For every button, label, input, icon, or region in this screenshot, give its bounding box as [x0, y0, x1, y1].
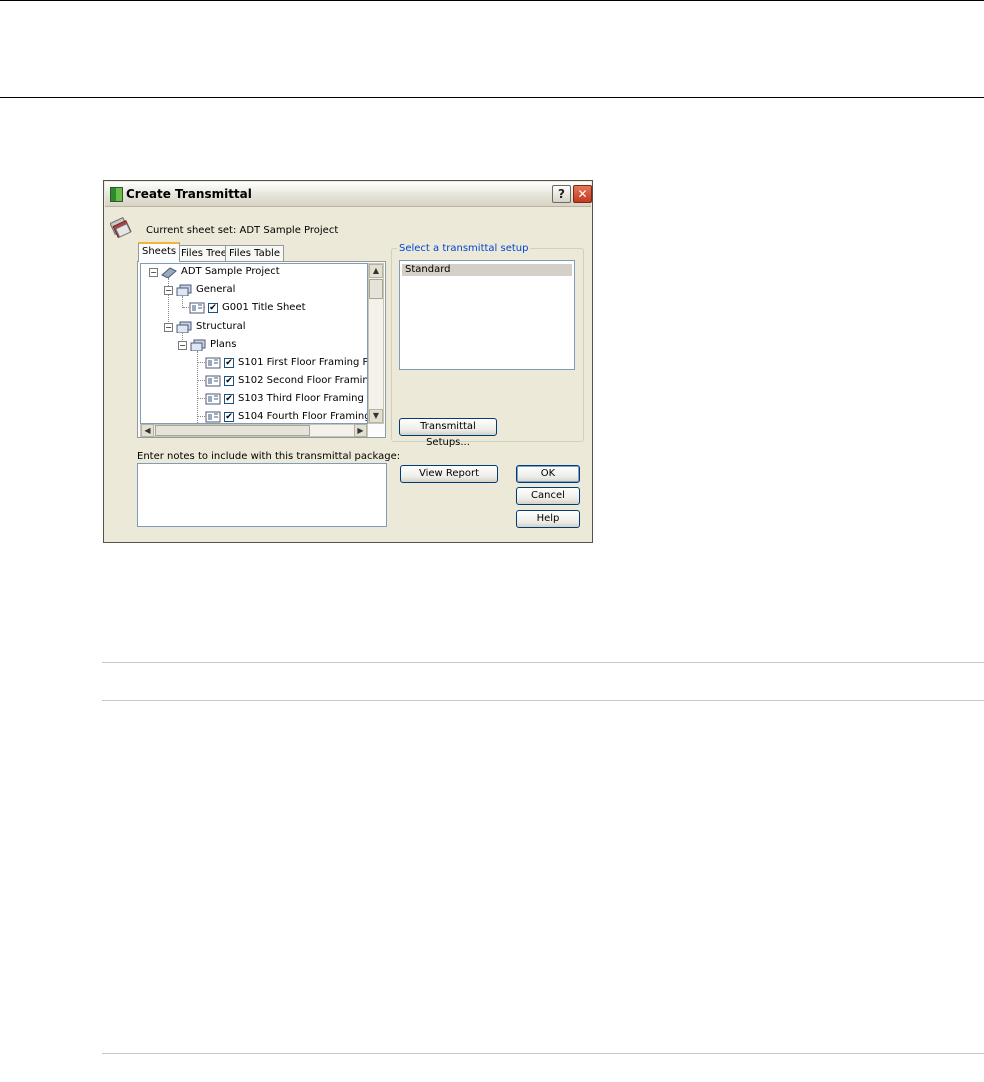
subset-folder-icon: [176, 284, 192, 296]
tab-files-tree[interactable]: Files Tree: [177, 245, 231, 261]
transmittal-setup-group-label: Select a transmittal setup: [397, 243, 531, 254]
top-rule: [0, 0, 984, 1]
collapse-icon[interactable]: −: [164, 286, 173, 295]
title-bar[interactable]: Create Transmittal ? ✕: [105, 182, 592, 207]
transmittal-setup-list[interactable]: Standard: [399, 260, 575, 370]
header-rule: [0, 97, 984, 98]
view-report-button[interactable]: View Report: [400, 465, 498, 483]
sheet-set-large-icon: [110, 216, 132, 238]
sheet-icon: [189, 302, 205, 314]
sheet-checkbox[interactable]: ✔: [224, 358, 234, 368]
setup-list-item[interactable]: Standard: [402, 264, 572, 276]
sheet-checkbox[interactable]: ✔: [208, 303, 218, 313]
tree-node-label: S102 Second Floor Framing Plan: [238, 375, 367, 386]
scroll-right-button[interactable]: ▶: [354, 424, 367, 437]
scroll-thumb[interactable]: [155, 425, 310, 436]
transmittal-setups-button[interactable]: Transmittal Setups...: [399, 418, 497, 448]
tree-node-label: S101 First Floor Framing Plan: [238, 357, 368, 368]
scroll-thumb[interactable]: [369, 279, 383, 299]
app-icon: [110, 187, 123, 202]
collapse-icon[interactable]: −: [178, 341, 187, 350]
scroll-left-button[interactable]: ◀: [141, 424, 154, 437]
tree-node-label: S103 Third Floor Framing Plan: [238, 393, 367, 404]
scroll-up-button[interactable]: ▲: [369, 264, 383, 278]
tree-node-label: G001 Title Sheet: [222, 302, 306, 313]
tree-node-label: Plans: [210, 339, 237, 350]
section-rule-3: [102, 1053, 984, 1054]
tree-connector: [198, 398, 205, 399]
sheet-icon: [205, 357, 221, 369]
section-rule-2: [102, 700, 984, 701]
tree-connector: [198, 380, 205, 381]
dialog-title: Create Transmittal: [126, 187, 252, 201]
arrow-down-icon: ▼: [372, 411, 380, 420]
notes-label: Enter notes to include with this transmi…: [137, 451, 401, 462]
subset-folder-icon: [176, 321, 192, 333]
ok-button[interactable]: OK: [516, 465, 580, 483]
scroll-down-button[interactable]: ▼: [369, 409, 383, 423]
close-icon: ✕: [577, 187, 588, 201]
sheet-checkbox[interactable]: ✔: [224, 412, 234, 422]
tab-sheets[interactable]: Sheets: [138, 242, 181, 262]
tree-node-label: Structural: [196, 321, 246, 332]
subset-folder-icon: [190, 339, 206, 351]
section-rule-1: [102, 662, 984, 663]
sheet-set-icon: [161, 267, 177, 278]
tree-connector: [198, 362, 205, 363]
current-sheet-set-label: Current sheet set: ADT Sample Project: [146, 225, 339, 236]
cancel-button[interactable]: Cancel: [516, 487, 580, 505]
tree-node-label: General: [196, 284, 236, 295]
arrow-right-icon: ▶: [357, 426, 364, 435]
tree-horizontal-scrollbar[interactable]: ◀ ▶: [140, 424, 368, 437]
tree-node-label: S104 Fourth Floor Framing Plan: [238, 411, 368, 422]
tree-vertical-scrollbar[interactable]: ▲ ▼: [368, 263, 384, 424]
help-button[interactable]: Help: [516, 510, 580, 528]
tree-node-label: ADT Sample Project: [181, 266, 280, 277]
sheets-tree[interactable]: − ADT Sample Project − General ✔ G001 Ti…: [140, 263, 368, 424]
sheet-icon: [205, 411, 221, 423]
collapse-icon[interactable]: −: [149, 268, 158, 277]
create-transmittal-dialog: Create Transmittal ? ✕ Current sheet set…: [103, 180, 593, 543]
sheet-icon: [205, 375, 221, 387]
tree-connector: [198, 416, 205, 417]
title-close-button[interactable]: ✕: [573, 185, 592, 203]
sheet-checkbox[interactable]: ✔: [224, 394, 234, 404]
collapse-icon[interactable]: −: [164, 323, 173, 332]
sheet-icon: [205, 393, 221, 405]
tab-files-table[interactable]: Files Table: [225, 245, 284, 261]
arrow-left-icon: ◀: [144, 426, 151, 435]
arrow-up-icon: ▲: [372, 266, 380, 275]
sheet-checkbox[interactable]: ✔: [224, 376, 234, 386]
notes-textarea[interactable]: [137, 463, 387, 527]
title-help-button[interactable]: ?: [552, 185, 571, 203]
